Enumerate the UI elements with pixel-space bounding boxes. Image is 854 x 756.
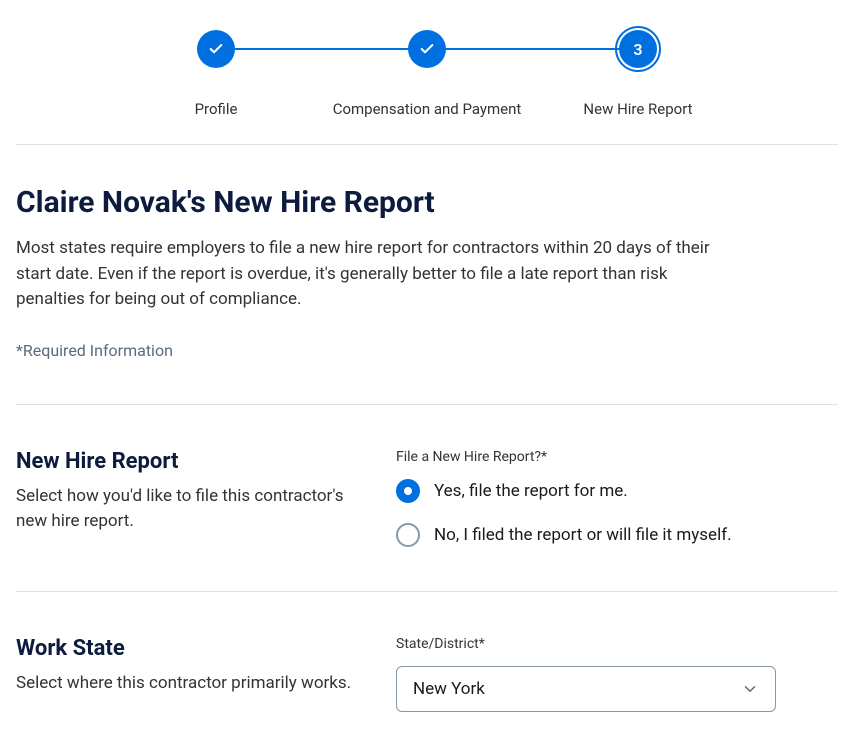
step-label: Compensation and Payment [333, 100, 522, 118]
radio-option-no[interactable]: No, I filed the report or will file it m… [396, 523, 838, 547]
section-title: New Hire Report [16, 449, 356, 474]
step-circle-current: 3 [619, 30, 657, 68]
section-description: Select how you'd like to file this contr… [16, 484, 356, 535]
radio-label: Yes, file the report for me. [434, 481, 628, 501]
stepper-wrapper: Profile Compensation and Payment 3 New H… [197, 30, 657, 120]
chevron-down-icon [741, 680, 759, 698]
select-value: New York [413, 679, 485, 699]
section-description: Select where this contractor primarily w… [16, 671, 356, 697]
section-work-state: Work State Select where this contractor … [16, 591, 838, 756]
section-new-hire-report: New Hire Report Select how you'd like to… [16, 404, 838, 591]
step-new-hire-report[interactable]: 3 New Hire Report [619, 30, 657, 68]
step-label: New Hire Report [583, 100, 692, 118]
step-circle-complete [197, 30, 235, 68]
step-label: Profile [195, 100, 238, 118]
radio-option-yes[interactable]: Yes, file the report for me. [396, 479, 838, 503]
radio-label: No, I filed the report or will file it m… [434, 525, 732, 545]
required-info-note: *Required Information [16, 341, 838, 360]
page-description: Most states require employers to file a … [16, 236, 716, 313]
step-circle-complete [408, 30, 446, 68]
step-profile[interactable]: Profile [197, 30, 235, 68]
section-right: File a New Hire Report?* Yes, file the r… [396, 449, 838, 547]
radio-dot-icon [404, 487, 412, 495]
step-compensation[interactable]: Compensation and Payment [408, 30, 446, 68]
section-right: State/District* New York [396, 636, 838, 712]
radio-group: Yes, file the report for me. No, I filed… [396, 479, 838, 547]
field-label: File a New Hire Report?* [396, 449, 838, 465]
section-left: Work State Select where this contractor … [16, 636, 356, 712]
step-number: 3 [633, 40, 642, 59]
stepper: Profile Compensation and Payment 3 New H… [16, 0, 838, 145]
radio-circle-selected [396, 479, 420, 503]
check-icon [208, 41, 224, 57]
section-left: New Hire Report Select how you'd like to… [16, 449, 356, 547]
state-select[interactable]: New York [396, 666, 776, 712]
check-icon [419, 41, 435, 57]
page-title: Claire Novak's New Hire Report [16, 185, 838, 220]
radio-circle [396, 523, 420, 547]
section-title: Work State [16, 636, 356, 661]
field-label: State/District* [396, 636, 838, 652]
page-header: Claire Novak's New Hire Report Most stat… [16, 145, 838, 404]
